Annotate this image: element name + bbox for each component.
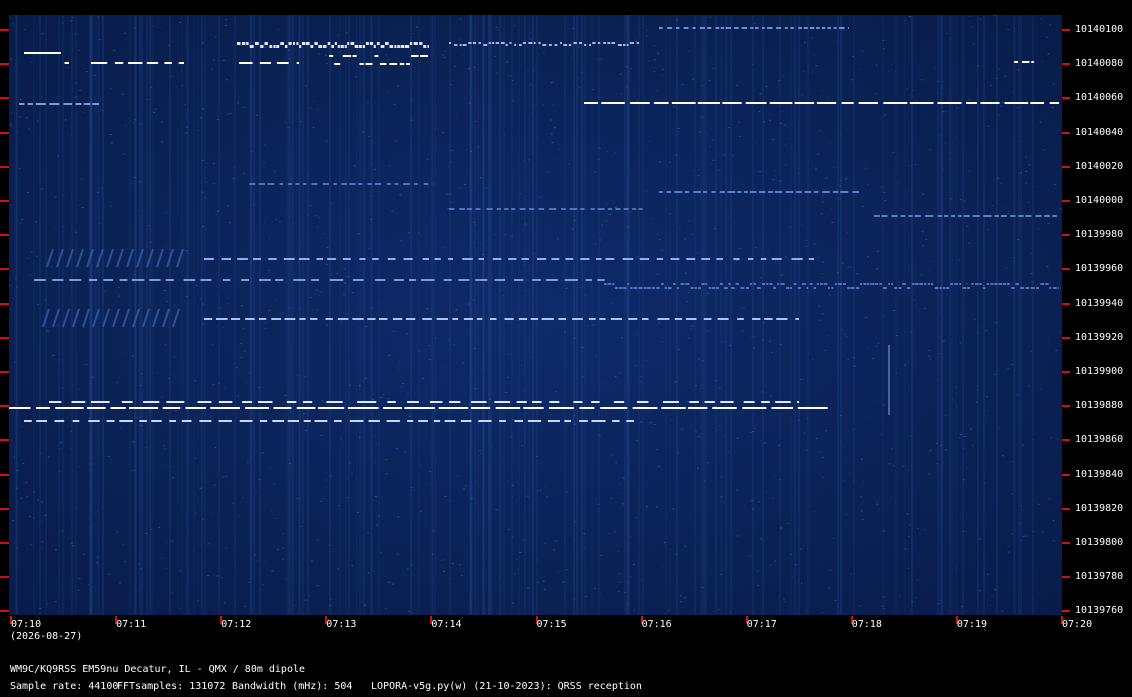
bandwidth: Bandwidth (mHz): 504	[232, 681, 353, 692]
freq-tick-left	[0, 336, 9, 339]
freq-label: 10139940	[1075, 297, 1124, 309]
freq-tick-right	[1062, 302, 1070, 305]
time-label: 07:14	[431, 619, 462, 630]
freq-tick-left	[0, 97, 9, 100]
freq-tick-left	[0, 405, 9, 408]
freq-tick-right	[1062, 371, 1070, 373]
freq-label: 10139960	[1075, 263, 1124, 275]
freq-tick-right	[1062, 97, 1070, 100]
freq-label: 10139980	[1075, 229, 1124, 241]
freq-tick-left	[0, 200, 9, 202]
freq-label: 10140100	[1075, 24, 1124, 35]
freq-tick-right	[1062, 29, 1070, 31]
waterfall-signals	[9, 15, 1062, 615]
freq-tick-left	[0, 542, 9, 544]
freq-tick-left	[0, 576, 9, 579]
time-label: 07:18	[851, 619, 882, 630]
freq-label: 10139820	[1075, 502, 1124, 514]
freq-tick-left	[0, 302, 9, 305]
freq-label: 10139760	[1075, 605, 1124, 617]
freq-label: 10140040	[1075, 126, 1124, 138]
time-label: 07:20	[1062, 619, 1093, 630]
freq-tick-right	[1062, 610, 1070, 613]
freq-label: 10139920	[1075, 331, 1124, 343]
freq-label: 10139840	[1075, 468, 1124, 480]
time-label: 07:15	[536, 619, 567, 630]
freq-tick-right	[1062, 131, 1070, 134]
freq-label: 10140020	[1075, 160, 1124, 172]
freq-tick-right	[1062, 200, 1070, 202]
time-label: 07:11	[116, 619, 147, 630]
freq-label: 10139800	[1075, 537, 1124, 548]
freq-tick-left	[0, 371, 9, 373]
fft-samples: FFTsamples: 131072	[117, 681, 226, 692]
freq-label: 10139900	[1075, 366, 1124, 377]
sample-rate: Sample rate: 44100	[10, 681, 119, 692]
freq-label: 10139880	[1075, 400, 1124, 412]
freq-tick-left	[0, 439, 9, 442]
freq-tick-left	[0, 268, 9, 271]
freq-tick-left	[0, 63, 9, 66]
time-label: 07:12	[221, 619, 252, 630]
freq-tick-left	[0, 610, 9, 613]
freq-tick-left	[0, 234, 9, 237]
freq-tick-right	[1062, 507, 1070, 510]
freq-tick-right	[1062, 63, 1070, 66]
freq-label: 10140000	[1075, 195, 1124, 206]
time-label: 07:17	[746, 619, 777, 630]
software-version: LOPORA-v5g.py(w) (21-10-2023): QRSS rece…	[371, 681, 642, 692]
freq-tick-right	[1062, 405, 1070, 408]
time-label: 07:13	[326, 619, 357, 630]
freq-tick-right	[1062, 439, 1070, 442]
freq-label: 10139860	[1075, 434, 1124, 446]
freq-tick-right	[1062, 336, 1070, 339]
freq-tick-right	[1062, 576, 1070, 579]
time-label: 07:16	[641, 619, 672, 630]
freq-tick-right	[1062, 542, 1070, 544]
time-label: 07:19	[956, 619, 987, 630]
date-label: (2026-08-27)	[10, 631, 83, 642]
freq-tick-left	[0, 507, 9, 510]
freq-tick-left	[0, 131, 9, 134]
time-label: 07:10	[11, 619, 42, 630]
freq-tick-left	[0, 473, 9, 476]
waterfall-display	[9, 15, 1062, 615]
freq-label: 10140080	[1075, 58, 1124, 70]
freq-tick-right	[1062, 473, 1070, 476]
freq-tick-right	[1062, 234, 1070, 237]
freq-tick-right	[1062, 165, 1070, 168]
freq-tick-left	[0, 165, 9, 168]
freq-label: 10140060	[1075, 92, 1124, 104]
station-line: WM9C/KQ9RSS EM59nu Decatur, IL - QMX / 8…	[10, 664, 306, 675]
freq-tick-left	[0, 29, 9, 31]
freq-tick-right	[1062, 268, 1070, 271]
freq-label: 10139780	[1075, 571, 1124, 583]
